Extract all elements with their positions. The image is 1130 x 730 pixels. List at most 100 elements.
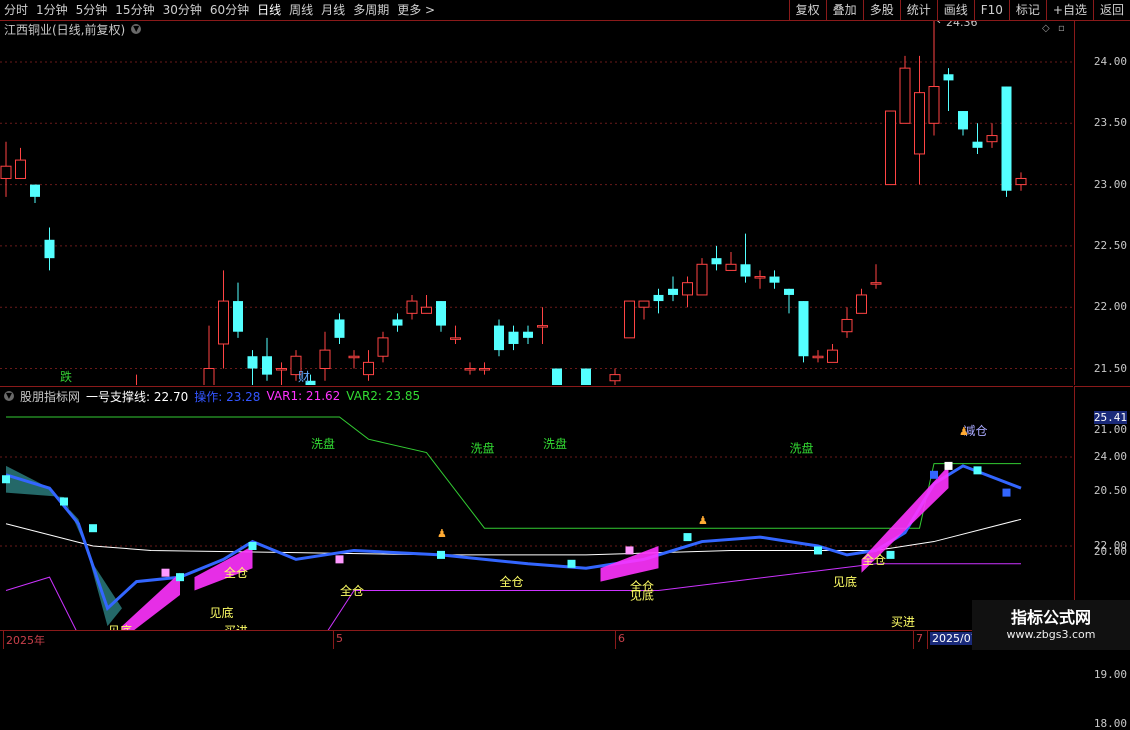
signal-label: 全仓: [340, 583, 364, 598]
watermark: 指标公式网 www.zbgs3.com: [972, 600, 1130, 650]
signal-label: 全仓: [500, 574, 524, 589]
candle-body: [841, 318, 853, 333]
period-tab[interactable]: 30分钟: [159, 0, 206, 20]
candle-body: [928, 86, 940, 124]
price-tick-label: 21.50: [1093, 361, 1127, 375]
candle-body: [392, 319, 403, 326]
period-tab[interactable]: 月线: [317, 0, 349, 20]
candle-body: [856, 294, 867, 314]
period-tab[interactable]: 分时: [0, 0, 32, 20]
toolbar-button[interactable]: 返回: [1092, 0, 1130, 20]
date-divider: [927, 631, 928, 649]
candle-body: [494, 325, 504, 351]
period-tab[interactable]: 多周期: [349, 0, 393, 20]
candle-body: [624, 300, 635, 339]
period-tab[interactable]: 周线: [285, 0, 317, 20]
date-divider: [615, 631, 616, 649]
period-tab[interactable]: 更多 >: [393, 0, 439, 20]
date-divider: [333, 631, 334, 649]
date-label: 6: [618, 632, 625, 645]
date-label: 5: [336, 632, 343, 645]
candle-body: [406, 300, 418, 314]
candle-body: [668, 288, 678, 295]
indicator-chart[interactable]: ▼ 股朋指标网 一号支撑线: 22.70 操作: 23.28 VAR1: 21.…: [0, 386, 1073, 631]
indicator-marker: [437, 550, 445, 559]
indicator-marker: [1002, 488, 1011, 497]
price-chart[interactable]: 江西铜业(日线,前复权) ▼ 24.3619.01跌财 ◇ ▫: [0, 21, 1073, 385]
signal-label: 全仓: [862, 552, 886, 567]
toolbar-button[interactable]: 统计: [899, 0, 937, 20]
signal-label: 洗盘: [790, 441, 814, 456]
candle-body: [334, 319, 345, 338]
candle-body: [609, 374, 621, 382]
price-tick-label: 23.50: [1093, 116, 1127, 130]
period-tab[interactable]: 60分钟: [206, 0, 253, 20]
toolbar: 分时 1分钟 5分钟 15分钟 30分钟 60分钟 日线 周线 月线 多周期 更多 > 复权 叠加 多股…: [0, 0, 1130, 21]
signal-label: 见底: [833, 574, 857, 589]
signal-label: 见底: [210, 605, 234, 620]
toolbar-button[interactable]: 标记: [1008, 0, 1046, 20]
toolbar-button[interactable]: F10: [973, 0, 1009, 20]
price-tick-label: 24.00: [1093, 55, 1127, 68]
indicator-marker: [886, 550, 895, 559]
candle-body: [1001, 86, 1012, 191]
date-label: 2025年: [6, 634, 45, 647]
candle-body: [740, 264, 751, 277]
candle-body: [914, 92, 925, 155]
candle-body: [262, 356, 272, 375]
period-tab[interactable]: 15分钟: [111, 0, 158, 20]
candle-body: [754, 276, 766, 279]
candle-body: [0, 165, 12, 179]
candle-body: [899, 67, 911, 124]
toolbar-button[interactable]: +自选: [1045, 0, 1093, 20]
candle-body: [537, 325, 548, 328]
candle-body: [812, 355, 824, 359]
indicator-marker: [944, 461, 953, 470]
period-tab[interactable]: 1分钟: [32, 0, 72, 20]
candle-body: [523, 331, 533, 338]
indicator-marker: [930, 470, 938, 479]
runner-icon: ♟: [959, 425, 969, 438]
indicator-axis: 25.4124.0022.0020.0018.00: [1074, 386, 1130, 730]
date-label: 7: [916, 632, 923, 645]
indicator-marker: [161, 568, 170, 577]
period-tabs: 分时 1分钟 5分钟 15分钟 30分钟 60分钟 日线 周线 月线 多周期 更多 >: [0, 0, 439, 20]
toolbar-button[interactable]: 复权: [788, 0, 826, 20]
indicator-tick-label: 22.00: [1093, 539, 1127, 552]
indicator-marker: [567, 559, 576, 568]
candle-body: [436, 301, 446, 326]
candle-body: [218, 300, 229, 345]
toolbar-button[interactable]: 叠加: [825, 0, 863, 20]
toolbar-button[interactable]: 多股: [862, 0, 900, 20]
settings-icon[interactable]: ▫: [1058, 23, 1065, 34]
candle-body: [870, 282, 882, 285]
price-tick-label: 22.00: [1093, 300, 1127, 314]
runner-icon: ♟: [437, 527, 447, 540]
signal-label: 全仓: [224, 565, 248, 580]
date-axis: 2025年 5 6 7 2025/07: [0, 630, 1130, 651]
candle-body: [696, 263, 708, 296]
candle-body: [464, 368, 476, 371]
candle-body: [233, 301, 243, 332]
candle-body: [319, 349, 331, 369]
signal-label: 洗盘: [543, 436, 567, 451]
candle-body: [827, 349, 838, 363]
period-tab[interactable]: 5分钟: [72, 0, 112, 20]
candle-body: [943, 74, 954, 81]
candle-body: [450, 337, 461, 340]
indicator-tick-label: 18.00: [1093, 717, 1127, 730]
candle-body: [638, 300, 650, 308]
signal-label: 洗盘: [471, 441, 495, 456]
price-tick-label: 22.50: [1093, 238, 1127, 252]
indicator-marker: [89, 524, 97, 533]
period-tab[interactable]: 日线: [253, 0, 285, 20]
candle-body: [30, 184, 40, 197]
var2-line: [6, 416, 1021, 529]
candle-body: [363, 361, 374, 376]
indicator-marker: [335, 555, 344, 564]
high-marker: [936, 21, 941, 24]
toolbar-button[interactable]: 画线: [936, 0, 974, 20]
diamond-icon[interactable]: ◇: [1042, 23, 1050, 34]
candle-body: [986, 135, 998, 143]
runner-icon: ♟: [698, 514, 708, 527]
